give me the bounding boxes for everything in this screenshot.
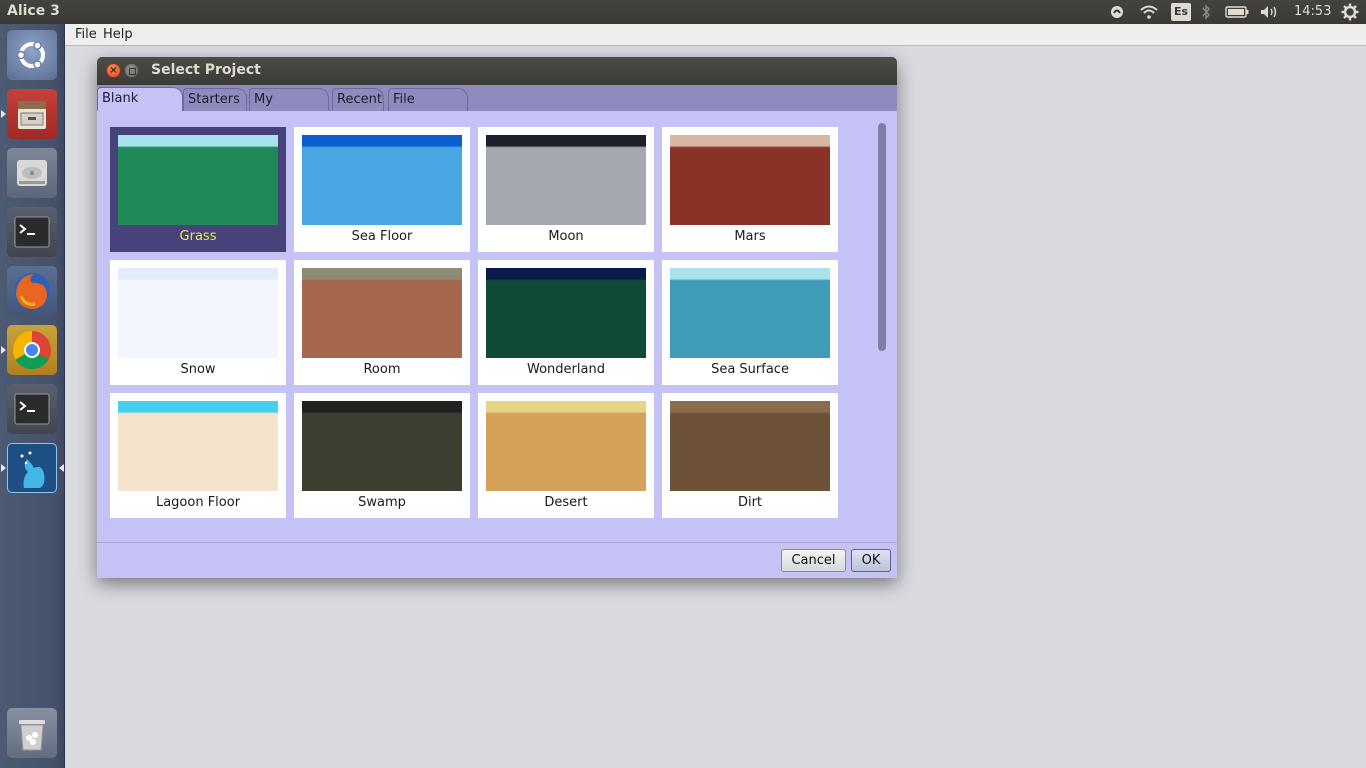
- terminal-icon[interactable]: [7, 384, 57, 434]
- vertical-scrollbar[interactable]: [876, 121, 888, 541]
- template-label: Wonderland: [527, 362, 605, 377]
- template-tile[interactable]: Sea Floor: [294, 127, 470, 252]
- template-thumbnail: [118, 135, 278, 225]
- running-indicator: [1, 346, 6, 354]
- tab-file-system[interactable]: File System: [388, 88, 468, 129]
- alice-icon[interactable]: [7, 443, 57, 493]
- wifi-icon[interactable]: [1138, 0, 1160, 24]
- tab-blank-slates[interactable]: Blank Slates: [97, 87, 183, 128]
- template-label: Moon: [548, 229, 584, 244]
- running-indicator: [1, 464, 6, 472]
- template-thumbnail: [486, 135, 646, 225]
- template-label: Snow: [180, 362, 216, 377]
- template-tile[interactable]: Room: [294, 260, 470, 385]
- battery-icon[interactable]: [1224, 0, 1250, 24]
- template-label: Room: [363, 362, 401, 377]
- template-label: Grass: [179, 229, 217, 244]
- template-thumbnail: [670, 135, 830, 225]
- disk-drive-icon[interactable]: [7, 148, 57, 198]
- cancel-button[interactable]: Cancel: [781, 549, 846, 572]
- firefox-icon[interactable]: [7, 266, 57, 316]
- bluetooth-icon[interactable]: [1199, 0, 1213, 24]
- template-thumbnail: [302, 268, 462, 358]
- template-label: Desert: [544, 495, 588, 510]
- tab-starters[interactable]: Starters: [183, 88, 247, 111]
- template-thumbnail: [302, 135, 462, 225]
- template-thumbnail: [486, 268, 646, 358]
- template-label: Lagoon Floor: [155, 495, 241, 510]
- template-tile[interactable]: Moon: [478, 127, 654, 252]
- template-thumbnail: [486, 401, 646, 491]
- app-title: Alice 3: [7, 3, 60, 19]
- clock[interactable]: 14:53: [1294, 4, 1331, 19]
- app-menubar: File Help: [65, 24, 1366, 46]
- template-tile[interactable]: Dirt: [662, 393, 838, 518]
- template-tile[interactable]: Grass: [110, 127, 286, 252]
- files-icon[interactable]: [7, 89, 57, 139]
- volume-icon[interactable]: [1258, 0, 1282, 24]
- tab-my-projects[interactable]: My Projects: [249, 88, 329, 129]
- template-tile[interactable]: Mars: [662, 127, 838, 252]
- template-label: Sea Surface: [711, 362, 789, 377]
- running-indicator: [1, 110, 6, 118]
- ok-button[interactable]: OK: [851, 549, 891, 572]
- template-tile[interactable]: Lagoon Floor: [110, 393, 286, 518]
- menu-help[interactable]: Help: [103, 27, 133, 42]
- dialog-titlebar[interactable]: × Select Project: [97, 57, 897, 85]
- dialog-title: Select Project: [151, 62, 261, 78]
- ubuntu-dash-icon[interactable]: [7, 30, 57, 80]
- template-grid: Grass Sea Floor Moon Mars Snow Room Wonderland…: [97, 111, 897, 543]
- maximize-icon[interactable]: [124, 63, 139, 78]
- template-thumbnail: [670, 268, 830, 358]
- template-label: Sea Floor: [351, 229, 413, 244]
- template-tile[interactable]: Sea Surface: [662, 260, 838, 385]
- menu-file[interactable]: File: [75, 27, 97, 42]
- template-label: Swamp: [358, 495, 406, 510]
- select-project-dialog: × Select Project Blank Slates Starters M…: [97, 57, 897, 578]
- template-thumbnail: [302, 401, 462, 491]
- template-tile[interactable]: Wonderland: [478, 260, 654, 385]
- template-tile[interactable]: Snow: [110, 260, 286, 385]
- keyboard-icon[interactable]: Es: [1171, 3, 1191, 21]
- terminal-icon[interactable]: [7, 207, 57, 257]
- focused-indicator: [59, 464, 64, 472]
- template-thumbnail: [118, 268, 278, 358]
- launcher: [0, 24, 65, 768]
- scrollbar-thumb[interactable]: [878, 123, 886, 351]
- sync-icon[interactable]: [1108, 0, 1126, 24]
- settings-gear-icon[interactable]: [1340, 0, 1360, 24]
- top-panel: Alice 3 Es 14:53: [0, 0, 1366, 24]
- template-thumbnail: [670, 401, 830, 491]
- trash-icon[interactable]: [7, 708, 57, 758]
- template-tile[interactable]: Swamp: [294, 393, 470, 518]
- separator: [97, 542, 897, 543]
- tab-recent[interactable]: Recent: [332, 88, 384, 111]
- template-label: Mars: [734, 229, 766, 244]
- tab-strip: Blank Slates Starters My Projects Recent…: [97, 85, 897, 129]
- close-icon[interactable]: ×: [106, 63, 121, 78]
- chrome-icon[interactable]: [7, 325, 57, 375]
- template-thumbnail: [118, 401, 278, 491]
- template-label: Dirt: [737, 495, 763, 510]
- template-tile[interactable]: Desert: [478, 393, 654, 518]
